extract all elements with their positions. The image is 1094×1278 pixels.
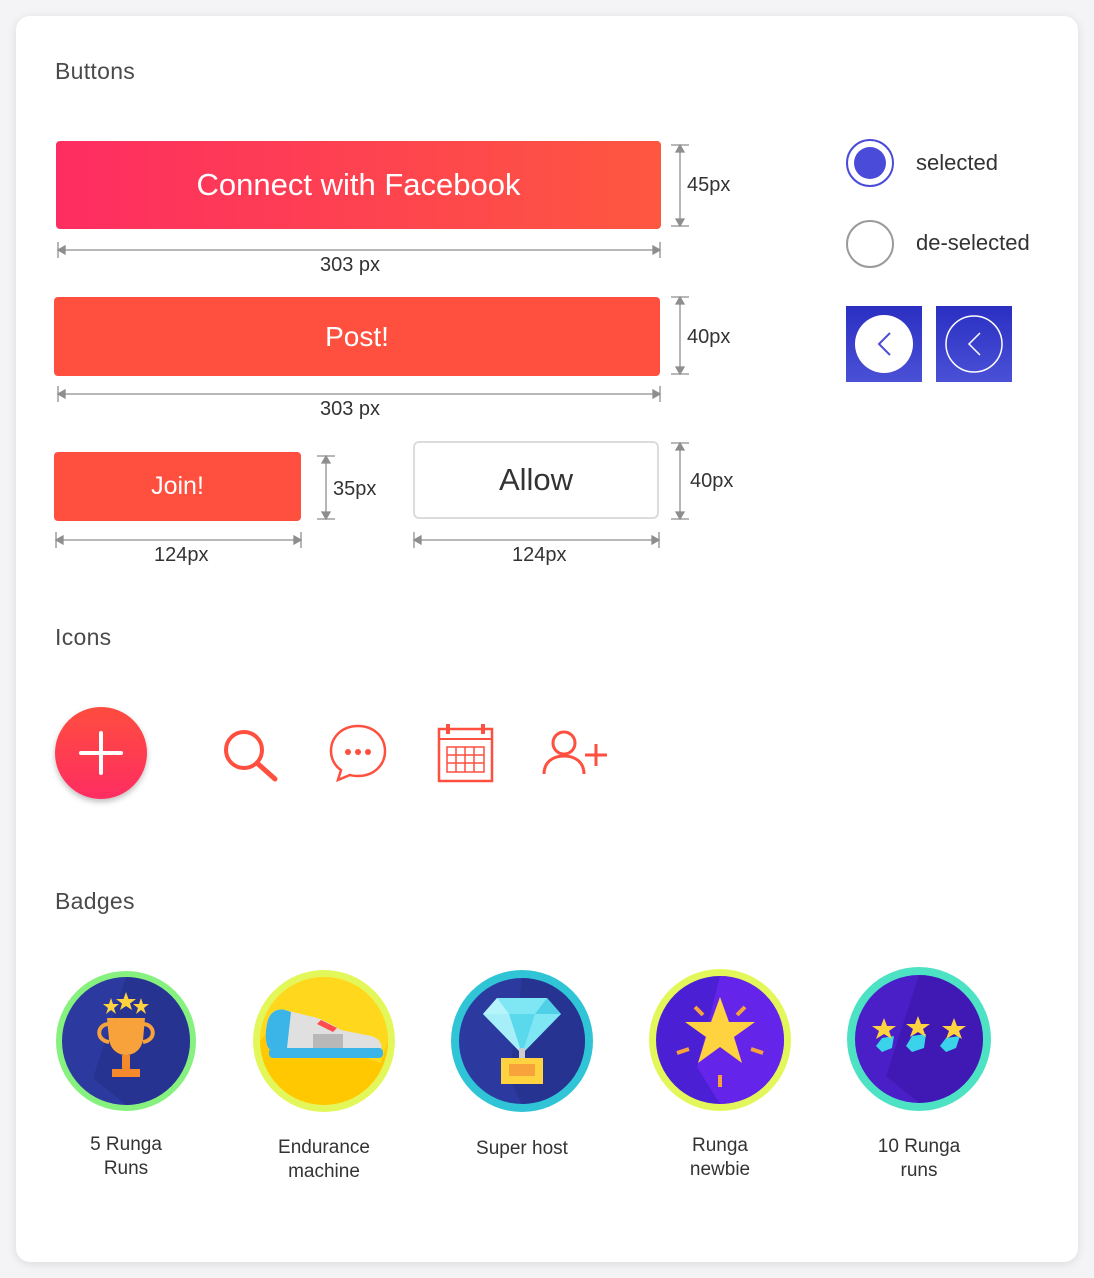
badge-label-line: machine <box>288 1161 360 1182</box>
facebook-width-label: 303 px <box>320 254 381 276</box>
chat-icon[interactable] <box>326 722 390 784</box>
calendar-icon[interactable] <box>436 722 496 784</box>
badge-label: 10 Runga runs <box>839 1135 999 1183</box>
add-icon[interactable] <box>48 700 158 810</box>
icons-section-title: Icons <box>55 624 112 650</box>
badge-label-line: Runs <box>103 1158 149 1179</box>
badge-label: Super host <box>442 1137 602 1161</box>
badge-label-line: 5 Runga <box>90 1134 162 1155</box>
radio-selected-label: selected <box>916 150 998 175</box>
badge-label-line: runs <box>900 1160 938 1181</box>
badge-label-line: Runga <box>692 1135 748 1156</box>
badge-label-line: 10 Runga <box>877 1136 961 1157</box>
badge-label-line: Endurance <box>278 1137 370 1158</box>
back-button-outline[interactable] <box>936 306 1012 382</box>
post-height-label: 40px <box>687 326 731 348</box>
allow-width-label: 124px <box>512 544 567 566</box>
join-width-label: 124px <box>154 544 209 566</box>
badge-10-runga-runs <box>847 967 991 1111</box>
badges-section-title: Badges <box>55 888 135 914</box>
radio-selected[interactable] <box>846 139 894 187</box>
post-width-label: 303 px <box>320 398 381 420</box>
badge-label: 5 Runga Runs <box>46 1133 206 1181</box>
badge-endurance-machine <box>253 970 395 1112</box>
badge-5-runga-runs <box>56 971 196 1111</box>
chevron-left-icon <box>855 315 913 373</box>
badge-label: Endurance machine <box>244 1136 404 1184</box>
add-user-icon[interactable] <box>540 728 612 778</box>
badge-runga-newbie <box>649 969 791 1111</box>
badge-label-line: newbie <box>689 1159 751 1180</box>
badge-super-host <box>451 970 593 1112</box>
badge-label-line: Super host <box>476 1138 568 1159</box>
badge-label: Runga newbie <box>640 1134 800 1182</box>
search-icon[interactable] <box>220 724 282 786</box>
radio-deselected-label: de-selected <box>916 230 1030 255</box>
back-button-filled[interactable] <box>846 306 922 382</box>
radio-deselected[interactable] <box>846 220 894 268</box>
measurement-lines <box>54 143 689 548</box>
allow-height-label: 40px <box>690 470 734 492</box>
chevron-left-icon <box>945 315 1003 373</box>
facebook-height-label: 45px <box>687 174 731 196</box>
join-height-label: 35px <box>333 478 377 500</box>
